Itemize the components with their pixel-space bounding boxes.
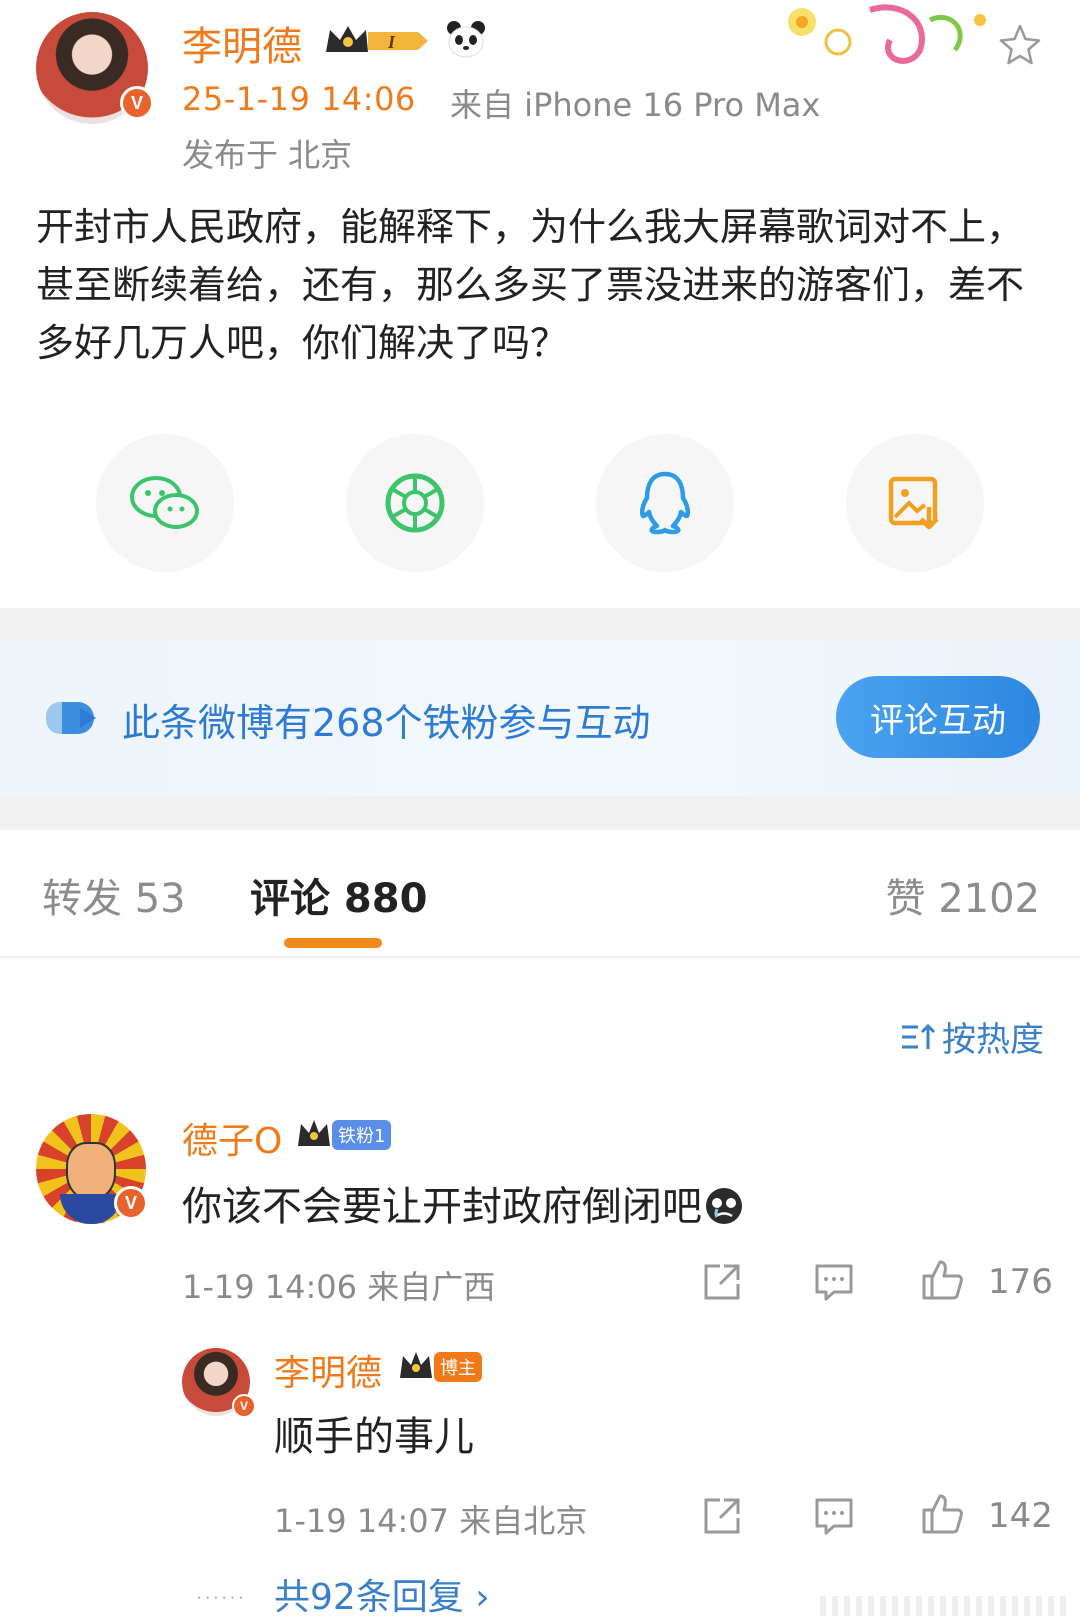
iron-fan-tag: 铁粉1	[332, 1120, 392, 1150]
star-favorite-icon[interactable]	[996, 22, 1044, 70]
avatar-suit	[60, 1194, 122, 1224]
sort-icon	[902, 1023, 936, 1049]
author-avatar[interactable]: V	[36, 12, 154, 124]
active-tab-indicator	[284, 938, 382, 948]
blogger-tag: 博主	[434, 1352, 482, 1382]
share-qq-button[interactable]	[596, 434, 734, 572]
save-image-button[interactable]	[846, 434, 984, 572]
forward-icon[interactable]	[700, 1494, 744, 1538]
like-icon[interactable]	[920, 1492, 964, 1536]
reply-icon[interactable]	[812, 1494, 856, 1538]
comment-interact-button[interactable]: 评论互动	[836, 676, 1040, 758]
reply-icon[interactable]	[812, 1260, 856, 1304]
tab-likes[interactable]: 赞 2102	[885, 866, 1040, 924]
verified-badge-icon: V	[120, 86, 154, 120]
commenter-avatar[interactable]: V	[36, 1114, 148, 1224]
crown-level-badge-icon: I	[326, 26, 428, 52]
post-source: 来自 iPhone 16 Pro Max	[450, 86, 821, 124]
view-more-replies-link[interactable]: 共92条回复 ›	[274, 1568, 490, 1620]
fan-interaction-text: 此条微博有268个铁粉参与互动	[122, 701, 651, 745]
section-divider	[0, 796, 1080, 830]
badge-level-text: I	[387, 32, 396, 52]
post-time: 25-1-19 14:06	[182, 80, 416, 118]
reply-text: 顺手的事儿	[274, 1414, 474, 1460]
sort-label: 按热度	[942, 1020, 1044, 1060]
like-count: 176	[988, 1262, 1053, 1302]
author-name[interactable]: 李明德	[182, 14, 302, 72]
wechat-icon	[130, 476, 199, 529]
verified-badge-icon: V	[114, 1186, 148, 1220]
comment-text-content: 你该不会要让开封政府倒闭吧	[182, 1184, 702, 1230]
tab-divider	[0, 956, 1080, 958]
crown-icon	[298, 1120, 330, 1146]
commenter-name[interactable]: 德子O	[182, 1112, 282, 1164]
bottom-fade-decoration	[820, 1596, 1070, 1616]
reply-author-name[interactable]: 李明德	[274, 1344, 382, 1396]
post-header: V 李明德 I 25-1-19 14:06 来自 iPhone 16 Pro M…	[0, 0, 1080, 190]
fan-interaction-icon	[46, 702, 96, 734]
verified-badge-icon: V	[232, 1394, 256, 1418]
moments-icon	[385, 473, 445, 533]
save-image-icon	[888, 476, 939, 530]
panda-icon	[447, 21, 485, 58]
post-text: 开封市人民政府，能解释下，为什么我大屏幕歌词对不上，甚至断续着给，还有，那么多买…	[36, 205, 1025, 365]
like-count: 142	[988, 1496, 1053, 1536]
comment-meta: 1-19 14:06 来自广西	[182, 1268, 496, 1306]
forward-icon[interactable]	[700, 1260, 744, 1304]
reply-meta: 1-19 14:07 来自北京	[274, 1502, 588, 1540]
section-divider	[0, 608, 1080, 642]
qq-icon	[639, 471, 691, 535]
post-location: 发布于 北京	[182, 136, 353, 174]
comment-text: 你该不会要让开封政府倒闭吧	[182, 1174, 744, 1232]
tab-comments[interactable]: 评论 880	[250, 866, 427, 924]
crying-emoji-icon	[706, 1188, 742, 1224]
reply-avatar[interactable]: V	[182, 1348, 256, 1418]
vlog-decoration-icon	[788, 4, 986, 64]
reply-thread-dots: ······	[196, 1586, 247, 1610]
tab-repost[interactable]: 转发 53	[42, 866, 186, 924]
share-wechat-button[interactable]	[96, 434, 234, 572]
avatar-face	[66, 1142, 116, 1200]
share-moments-button[interactable]	[346, 434, 484, 572]
like-icon[interactable]	[920, 1258, 964, 1302]
fan-interaction-banner: 此条微博有268个铁粉参与互动 评论互动	[0, 640, 1080, 796]
sort-by-hot-button[interactable]: 按热度	[900, 1012, 1044, 1061]
crown-icon	[400, 1352, 432, 1378]
